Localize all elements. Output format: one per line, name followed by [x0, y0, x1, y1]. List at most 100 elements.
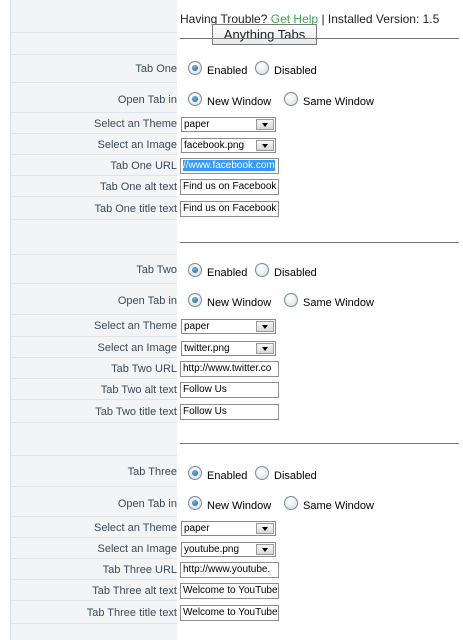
tab1-image-value: facebook.png — [184, 140, 245, 151]
tab1-url-label: Tab One URL — [110, 160, 177, 172]
tab2-enabled-label: Enabled — [207, 267, 248, 279]
tab2-open-row: Open Tab in New Window Same Window — [11, 284, 463, 315]
divider — [180, 242, 459, 243]
tab1-theme-label: Select an Theme — [94, 118, 177, 130]
chevron-down-icon — [256, 140, 274, 151]
tab1-new-window-radio[interactable] — [188, 92, 202, 106]
tab2-url-input[interactable]: http://www.twitter.co — [180, 361, 279, 377]
spacer-row — [11, 423, 463, 456]
tab3-image-row: Select an Image youtube.png — [11, 538, 463, 559]
tab2-title-row: Tab Two title text Follow Us — [11, 400, 463, 423]
tab3-open-row: Open Tab in New Window Same Window — [11, 487, 463, 517]
tab1-theme-value: paper — [184, 119, 210, 130]
tab3-same-window-label: Same Window — [303, 500, 374, 512]
tab3-row: Tab Three Enabled Disabled — [11, 456, 463, 487]
tab1-title-row: Tab One title text Find us on Facebook — [11, 197, 463, 220]
tab1-label: Tab One — [135, 63, 177, 75]
chevron-down-icon — [256, 343, 274, 354]
tab3-enabled-label: Enabled — [207, 470, 248, 482]
spacer-row — [11, 33, 463, 55]
tab3-title-row: Tab Three title text Welcome to YouTube — [11, 601, 463, 624]
tab2-new-window-label: New Window — [207, 297, 272, 309]
spacer-row — [11, 220, 463, 255]
tab2-open-label: Open Tab in — [117, 295, 177, 307]
tab2-label: Tab Two — [136, 264, 177, 276]
tab2-image-select[interactable]: twitter.png — [181, 341, 276, 356]
tab3-new-window-radio[interactable] — [188, 496, 202, 510]
tab3-url-row: Tab Three URL http://www.youtube. — [11, 559, 463, 580]
tab3-enabled-radio[interactable] — [188, 466, 202, 480]
tab3-open-label: Open Tab in — [117, 498, 177, 510]
tab1-alt-input[interactable]: Find us on Facebook — [180, 179, 279, 195]
tab1-theme-row: Select an Theme paper — [11, 113, 463, 134]
tab3-theme-select[interactable]: paper — [181, 521, 276, 536]
tab2-same-window-radio[interactable] — [284, 293, 298, 307]
tab1-same-window-radio[interactable] — [284, 92, 298, 106]
tab3-image-value: youtube.png — [184, 544, 240, 555]
tab3-disabled-label: Disabled — [274, 470, 317, 482]
tab1-open-label: Open Tab in — [117, 94, 177, 106]
tab3-theme-label: Select an Theme — [94, 522, 177, 534]
tab1-title-input[interactable]: Find us on Facebook — [180, 201, 279, 217]
tab1-open-row: Open Tab in New Window Same Window — [11, 83, 463, 113]
tab1-image-label: Select an Image — [97, 139, 178, 151]
chevron-down-icon — [256, 523, 274, 534]
tab3-url-label: Tab Three URL — [102, 564, 177, 576]
tab2-title-label: Tab Two title text — [95, 406, 177, 418]
tab2-alt-label: Tab Two alt text — [100, 384, 177, 396]
tab3-alt-input[interactable]: Welcome to YouTube — [180, 583, 279, 599]
tab2-url-label: Tab Two URL — [111, 363, 177, 375]
tab1-new-window-label: New Window — [207, 96, 272, 108]
tab3-title-label: Tab Three title text — [86, 607, 177, 619]
tab2-alt-row: Tab Two alt text Follow Us — [11, 379, 463, 400]
tab2-image-value: twitter.png — [184, 343, 230, 354]
tab1-enabled-label: Enabled — [207, 65, 248, 77]
tab3-image-select[interactable]: youtube.png — [181, 542, 276, 557]
tab1-disabled-radio[interactable] — [255, 61, 269, 75]
tab2-same-window-label: Same Window — [303, 297, 374, 309]
tab3-disabled-radio[interactable] — [255, 466, 269, 480]
chevron-down-icon — [256, 119, 274, 130]
tab2-theme-row: Select an Theme paper — [11, 315, 463, 337]
tab3-label: Tab Three — [127, 466, 177, 478]
tab1-title-label: Tab One title text — [94, 203, 177, 215]
tab3-theme-row: Select an Theme paper — [11, 517, 463, 538]
tab3-theme-value: paper — [184, 523, 210, 534]
chevron-down-icon — [256, 321, 274, 332]
header-row — [11, 0, 463, 33]
tab1-url-value: //www.facebook.com — [183, 160, 275, 171]
tab2-enabled-radio[interactable] — [188, 263, 202, 277]
tab2-image-row: Select an Image twitter.png — [11, 337, 463, 358]
tab2-title-input[interactable]: Follow Us — [180, 404, 279, 420]
tab2-theme-value: paper — [184, 321, 210, 332]
tab2-image-label: Select an Image — [97, 342, 178, 354]
divider — [180, 443, 459, 444]
tab3-title-input[interactable]: Welcome to YouTube — [180, 605, 279, 621]
tab1-disabled-label: Disabled — [274, 65, 317, 77]
tab3-same-window-radio[interactable] — [284, 496, 298, 510]
tab3-url-input[interactable]: http://www.youtube. — [180, 562, 279, 578]
tab3-alt-label: Tab Three alt text — [92, 585, 177, 597]
tab3-new-window-label: New Window — [207, 500, 272, 512]
tab2-theme-select[interactable]: paper — [181, 319, 276, 334]
tab1-theme-select[interactable]: paper — [181, 117, 276, 132]
tab1-same-window-label: Same Window — [303, 96, 374, 108]
tab1-alt-row: Tab One alt text Find us on Facebook — [11, 176, 463, 197]
tab2-row: Tab Two Enabled Disabled — [11, 255, 463, 284]
chevron-down-icon — [256, 544, 274, 555]
tab2-new-window-radio[interactable] — [188, 293, 202, 307]
tab1-alt-label: Tab One alt text — [99, 181, 177, 193]
tab1-url-row: Tab One URL //www.facebook.com — [11, 155, 463, 176]
tab3-alt-row: Tab Three alt text Welcome to YouTube — [11, 580, 463, 601]
tab1-url-input[interactable]: //www.facebook.com — [180, 158, 279, 174]
tab2-disabled-radio[interactable] — [255, 263, 269, 277]
tab1-image-row: Select an Image facebook.png — [11, 134, 463, 155]
tab2-url-row: Tab Two URL http://www.twitter.co — [11, 358, 463, 379]
tab1-row: Tab One Enabled Disabled — [11, 55, 463, 83]
tab1-image-select[interactable]: facebook.png — [181, 138, 276, 153]
tab2-disabled-label: Disabled — [274, 267, 317, 279]
tab2-theme-label: Select an Theme — [94, 320, 177, 332]
tab2-alt-input[interactable]: Follow Us — [180, 382, 279, 398]
tab1-enabled-radio[interactable] — [188, 61, 202, 75]
tab3-image-label: Select an Image — [97, 543, 178, 555]
